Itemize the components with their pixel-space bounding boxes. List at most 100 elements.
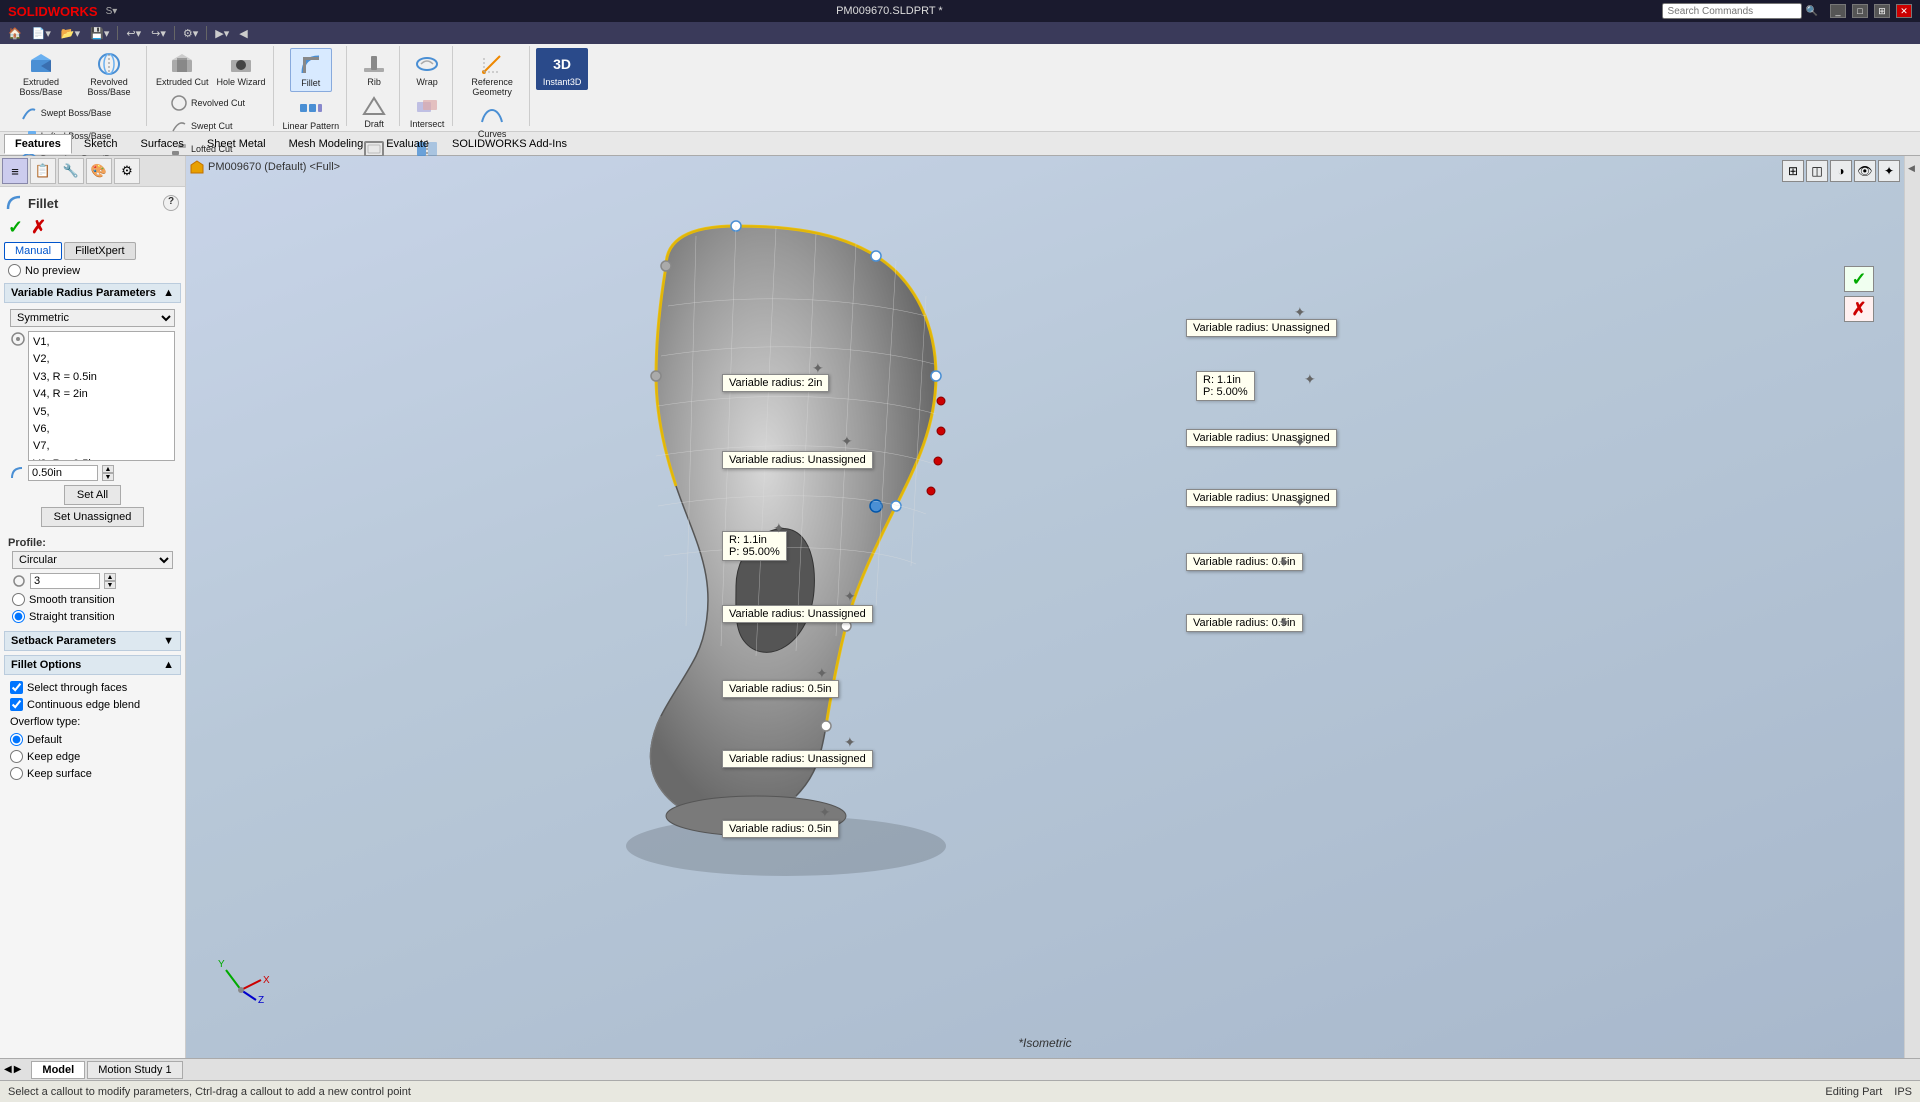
scroll-left-btn[interactable]: ◀ [4, 1064, 12, 1075]
reject-button[interactable]: ✗ [31, 217, 46, 238]
qa-undo[interactable]: ↩▾ [122, 26, 145, 41]
wrap-button[interactable]: Wrap [406, 48, 448, 90]
qa-home[interactable]: 🏠 [4, 26, 26, 41]
callout-unassigned-r1[interactable]: Variable radius: Unassigned [1186, 319, 1337, 337]
radius-spinners: ▲ ▼ [102, 465, 114, 481]
feature-manager-icon[interactable]: ≡ [2, 158, 28, 184]
overflow-default-radio[interactable] [10, 733, 23, 746]
radius-decrement[interactable]: ▼ [102, 473, 114, 481]
vertex-item[interactable]: V8, R = 0.5in [31, 456, 172, 461]
qa-back[interactable]: ◀ [235, 26, 251, 41]
maximize-button[interactable]: ⊞ [1874, 4, 1890, 18]
accept-button[interactable]: ✓ [8, 217, 23, 238]
fillet-button[interactable]: Fillet [290, 48, 332, 92]
hole-wizard-button[interactable]: Hole Wizard [214, 48, 269, 90]
callout-unassigned-1[interactable]: Variable radius: Unassigned [722, 451, 873, 469]
tab-manual[interactable]: Manual [4, 242, 62, 260]
vertex-item[interactable]: V7, [31, 438, 172, 455]
model-tab[interactable]: Model [31, 1061, 85, 1079]
search-icon[interactable]: 🔍 [1806, 6, 1818, 17]
right-collapse-tab[interactable]: ◀ [1904, 156, 1920, 1058]
cam-manager-icon[interactable]: ⚙ [114, 158, 140, 184]
radius-input[interactable] [28, 465, 98, 481]
qa-open[interactable]: 📂▾ [57, 26, 84, 41]
minimize-button[interactable]: _ [1830, 4, 1846, 18]
callout-0-5in-1[interactable]: Variable radius: 0.5in [722, 680, 839, 698]
profile-type-dropdown[interactable]: Circular Curvature continuous [12, 551, 173, 569]
callout-unassigned-2[interactable]: Variable radius: Unassigned [722, 605, 873, 623]
search-input[interactable] [1662, 3, 1802, 19]
qa-options[interactable]: ⚙▾ [179, 26, 202, 41]
restore-button[interactable]: □ [1852, 4, 1868, 18]
swept-boss-base-button[interactable]: Swept Boss/Base [16, 102, 135, 124]
overflow-keep-edge-radio[interactable] [10, 750, 23, 763]
continuous-edge-blend-checkbox[interactable] [10, 698, 23, 711]
callout-unassigned-3[interactable]: Variable radius: Unassigned [722, 750, 873, 768]
view-hide-button[interactable]: 👁 [1854, 160, 1876, 182]
view-apply-button[interactable]: ✦ [1878, 160, 1900, 182]
tab-filletxpert[interactable]: FilletXpert [64, 242, 136, 260]
revolved-cut-button[interactable]: Revolved Cut [166, 92, 256, 114]
motion-study-tab[interactable]: Motion Study 1 [87, 1061, 182, 1079]
smooth-transition-radio[interactable] [12, 593, 25, 606]
callout-unassigned-r2[interactable]: Variable radius: Unassigned [1186, 429, 1337, 447]
tab-features[interactable]: Features [4, 134, 72, 154]
floating-reject-button[interactable]: ✗ [1844, 296, 1874, 322]
extruded-boss-base-button[interactable]: Extruded Boss/Base [8, 48, 74, 100]
vertex-item[interactable]: V2, [31, 351, 172, 368]
close-button[interactable]: ✕ [1896, 4, 1912, 18]
vertex-item[interactable]: V4, R = 2in [31, 386, 172, 403]
qa-save[interactable]: 💾▾ [86, 26, 113, 41]
setback-section-header[interactable]: Setback Parameters ▼ [4, 631, 181, 651]
profile-value-input[interactable] [30, 573, 100, 589]
select-through-faces-checkbox[interactable] [10, 681, 23, 694]
display-manager-icon[interactable]: 🎨 [86, 158, 112, 184]
profile-increment[interactable]: ▲ [104, 573, 116, 581]
vertex-list[interactable]: V1, V2, V3, R = 0.5in V4, R = 2in V5, V6… [28, 331, 175, 461]
straight-transition-radio[interactable] [12, 610, 25, 623]
help-button[interactable]: ? [163, 195, 179, 211]
qa-btn[interactable]: S▾ [106, 6, 118, 17]
tab-sketch[interactable]: Sketch [73, 134, 129, 154]
callout-0-5in-2[interactable]: Variable radius: 0.5in [722, 820, 839, 838]
revolved-boss-base-button[interactable]: Revolved Boss/Base [76, 48, 142, 100]
floating-accept-button[interactable]: ✓ [1844, 266, 1874, 292]
overflow-keep-surface-radio[interactable] [10, 767, 23, 780]
variable-radius-section-header[interactable]: Variable Radius Parameters ▲ [4, 283, 181, 303]
toolbar-group-rib: Rib Draft Shell [349, 46, 400, 126]
callout-unassigned-r3[interactable]: Variable radius: Unassigned [1186, 489, 1337, 507]
rib-button[interactable]: Rib [353, 48, 395, 90]
draft-button[interactable]: Draft [353, 90, 395, 132]
no-preview-radio[interactable] [8, 264, 21, 277]
linear-pattern-button[interactable]: Linear Pattern [280, 92, 343, 134]
view-section-button[interactable]: ◫ [1806, 160, 1828, 182]
scroll-right-btn[interactable]: ▶ [14, 1064, 22, 1075]
tab-sheet-metal[interactable]: Sheet Metal [196, 134, 277, 154]
callout-rp-right[interactable]: R: 1.1in P: 5.00% [1196, 371, 1255, 401]
tab-surfaces[interactable]: Surfaces [130, 134, 195, 154]
set-all-button[interactable]: Set All [64, 485, 121, 505]
vertex-item[interactable]: V1, [31, 334, 172, 351]
profile-decrement[interactable]: ▼ [104, 581, 116, 589]
set-unassigned-button[interactable]: Set Unassigned [41, 507, 145, 527]
tab-evaluate[interactable]: Evaluate [375, 134, 440, 154]
symmetric-dropdown[interactable]: Symmetric Asymmetric [10, 309, 175, 327]
vertex-item[interactable]: V5, [31, 404, 172, 421]
tab-solidworks-addins[interactable]: SOLIDWORKS Add-Ins [441, 134, 578, 154]
fillet-options-section-header[interactable]: Fillet Options ▲ [4, 655, 181, 675]
qa-redo[interactable]: ↪▾ [147, 26, 170, 41]
qa-new[interactable]: 📄▾ [28, 26, 55, 41]
property-manager-icon[interactable]: 📋 [30, 158, 56, 184]
extruded-cut-button[interactable]: Extruded Cut [153, 48, 212, 90]
reference-geometry-button[interactable]: Reference Geometry [459, 48, 525, 100]
radius-increment[interactable]: ▲ [102, 465, 114, 473]
qa-forward[interactable]: ▶▾ [211, 26, 233, 41]
tab-mesh-modeling[interactable]: Mesh Modeling [278, 134, 375, 154]
vertex-item[interactable]: V3, R = 0.5in [31, 369, 172, 386]
vertex-item[interactable]: V6, [31, 421, 172, 438]
instant3d-button[interactable]: 3D Instant3D [536, 48, 588, 90]
view-orient-button[interactable]: ⊞ [1782, 160, 1804, 182]
intersect-button[interactable]: Intersect [406, 90, 448, 132]
view-display-button[interactable]: ◑ [1830, 160, 1852, 182]
config-manager-icon[interactable]: 🔧 [58, 158, 84, 184]
